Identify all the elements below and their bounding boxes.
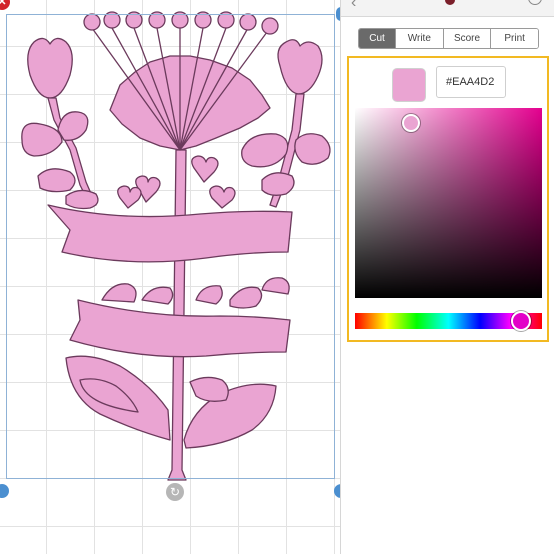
layer-attributes-panel: ‹ Cut Write Score Print #EAA4D2 [340,0,554,554]
panel-header: ‹ [341,0,554,17]
hue-slider-knob[interactable] [511,311,532,331]
back-chevron-icon[interactable]: ‹ [351,0,356,12]
design-canvas[interactable]: ✕ ↻ [0,0,340,554]
operation-tabs: Cut Write Score Print [358,28,539,49]
rotate-handle-icon[interactable]: ↻ [166,483,184,501]
brand-icon [445,0,455,5]
color-selector-knob[interactable] [402,114,421,133]
saturation-brightness-area[interactable] [355,108,542,298]
hex-color-input[interactable]: #EAA4D2 [436,66,506,98]
close-circle-icon[interactable] [528,0,542,5]
hue-slider[interactable] [355,311,542,331]
tab-score[interactable]: Score [442,29,491,48]
tab-print[interactable]: Print [490,29,538,48]
tab-write[interactable]: Write [395,29,443,48]
color-swatch [392,68,426,102]
tab-cut[interactable]: Cut [359,29,395,48]
selection-box[interactable] [6,14,335,479]
color-picker: #EAA4D2 [347,56,549,342]
